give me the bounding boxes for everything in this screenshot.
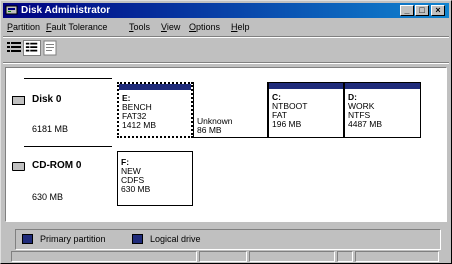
toolbar: [3, 38, 449, 60]
menu-fault-tolerance[interactable]: Fault Tolerance: [46, 21, 107, 34]
disk-size: 630 MB: [32, 192, 64, 202]
partition-f[interactable]: F: NEW CDFS 630 MB: [117, 151, 193, 206]
status-cell: [11, 251, 197, 262]
disk-name: CD-ROM 0: [32, 160, 82, 171]
disk-view-icon[interactable]: [5, 40, 23, 56]
disk-divider: [24, 78, 112, 79]
status-bar: [3, 251, 449, 262]
disk-administrator-window: Disk Administrator _ □ × Partition Fault…: [0, 0, 452, 264]
menu-help[interactable]: Help: [231, 21, 250, 34]
minimize-button[interactable]: _: [400, 5, 414, 16]
legend: Primary partition Logical drive: [15, 229, 441, 250]
primary-partition-bar: [269, 83, 343, 89]
close-button[interactable]: ×: [431, 5, 445, 16]
menu-bar: Partition Fault Tolerance Tools View Opt…: [3, 20, 449, 35]
cdrom-row: CD-ROM 0 630 MB F: NEW CDFS 630 MB: [6, 146, 446, 206]
toolbar-separator: [3, 62, 449, 64]
window-title: Disk Administrator: [21, 5, 111, 16]
partition-size: 86 MB: [197, 125, 222, 135]
status-cell: [355, 251, 439, 262]
primary-partition-swatch: [22, 234, 33, 244]
disk-divider: [24, 146, 112, 147]
disk-name: Disk 0: [32, 94, 62, 105]
maximize-button[interactable]: □: [415, 5, 429, 16]
partition-size: 1412 MB: [122, 120, 157, 130]
primary-partition-bar: [119, 84, 191, 90]
menu-options[interactable]: Options: [189, 21, 220, 34]
menu-partition[interactable]: Partition: [7, 21, 40, 34]
disk-size: 6181 MB: [32, 124, 69, 134]
disk-administrator-icon: [5, 5, 18, 15]
partition-d[interactable]: D: WORK NTFS 4487 MB: [344, 82, 421, 138]
partition-e[interactable]: E: BENCH FAT32 1412 MB: [117, 82, 193, 138]
properties-icon[interactable]: [41, 40, 59, 56]
partition-unknown[interactable]: Unknown 86 MB: [193, 82, 268, 138]
menu-tools[interactable]: Tools: [129, 21, 150, 34]
partition-c[interactable]: C: NTBOOT FAT 196 MB: [268, 82, 344, 138]
partition-size: 630 MB: [121, 184, 151, 194]
disk-map-area: Disk 0 6181 MB E: BENCH FAT32 1412 MB Un…: [5, 67, 447, 222]
disk-row: Disk 0 6181 MB E: BENCH FAT32 1412 MB Un…: [6, 78, 446, 138]
menu-view[interactable]: View: [161, 21, 180, 34]
primary-partition-bar: [345, 83, 420, 89]
status-cell: [249, 251, 335, 262]
legend-logical-label: Logical drive: [150, 234, 201, 244]
cdrom-icon: [12, 162, 25, 171]
title-bar[interactable]: Disk Administrator _ □ ×: [3, 3, 449, 18]
status-cell: [337, 251, 353, 262]
legend-primary-label: Primary partition: [40, 234, 106, 244]
status-cell: [199, 251, 247, 262]
partition-size: 196 MB: [272, 119, 302, 129]
logical-drive-swatch: [132, 234, 143, 244]
hard-disk-icon: [12, 96, 25, 105]
partition-size: 4487 MB: [348, 119, 383, 129]
volume-view-icon[interactable]: [23, 40, 41, 56]
